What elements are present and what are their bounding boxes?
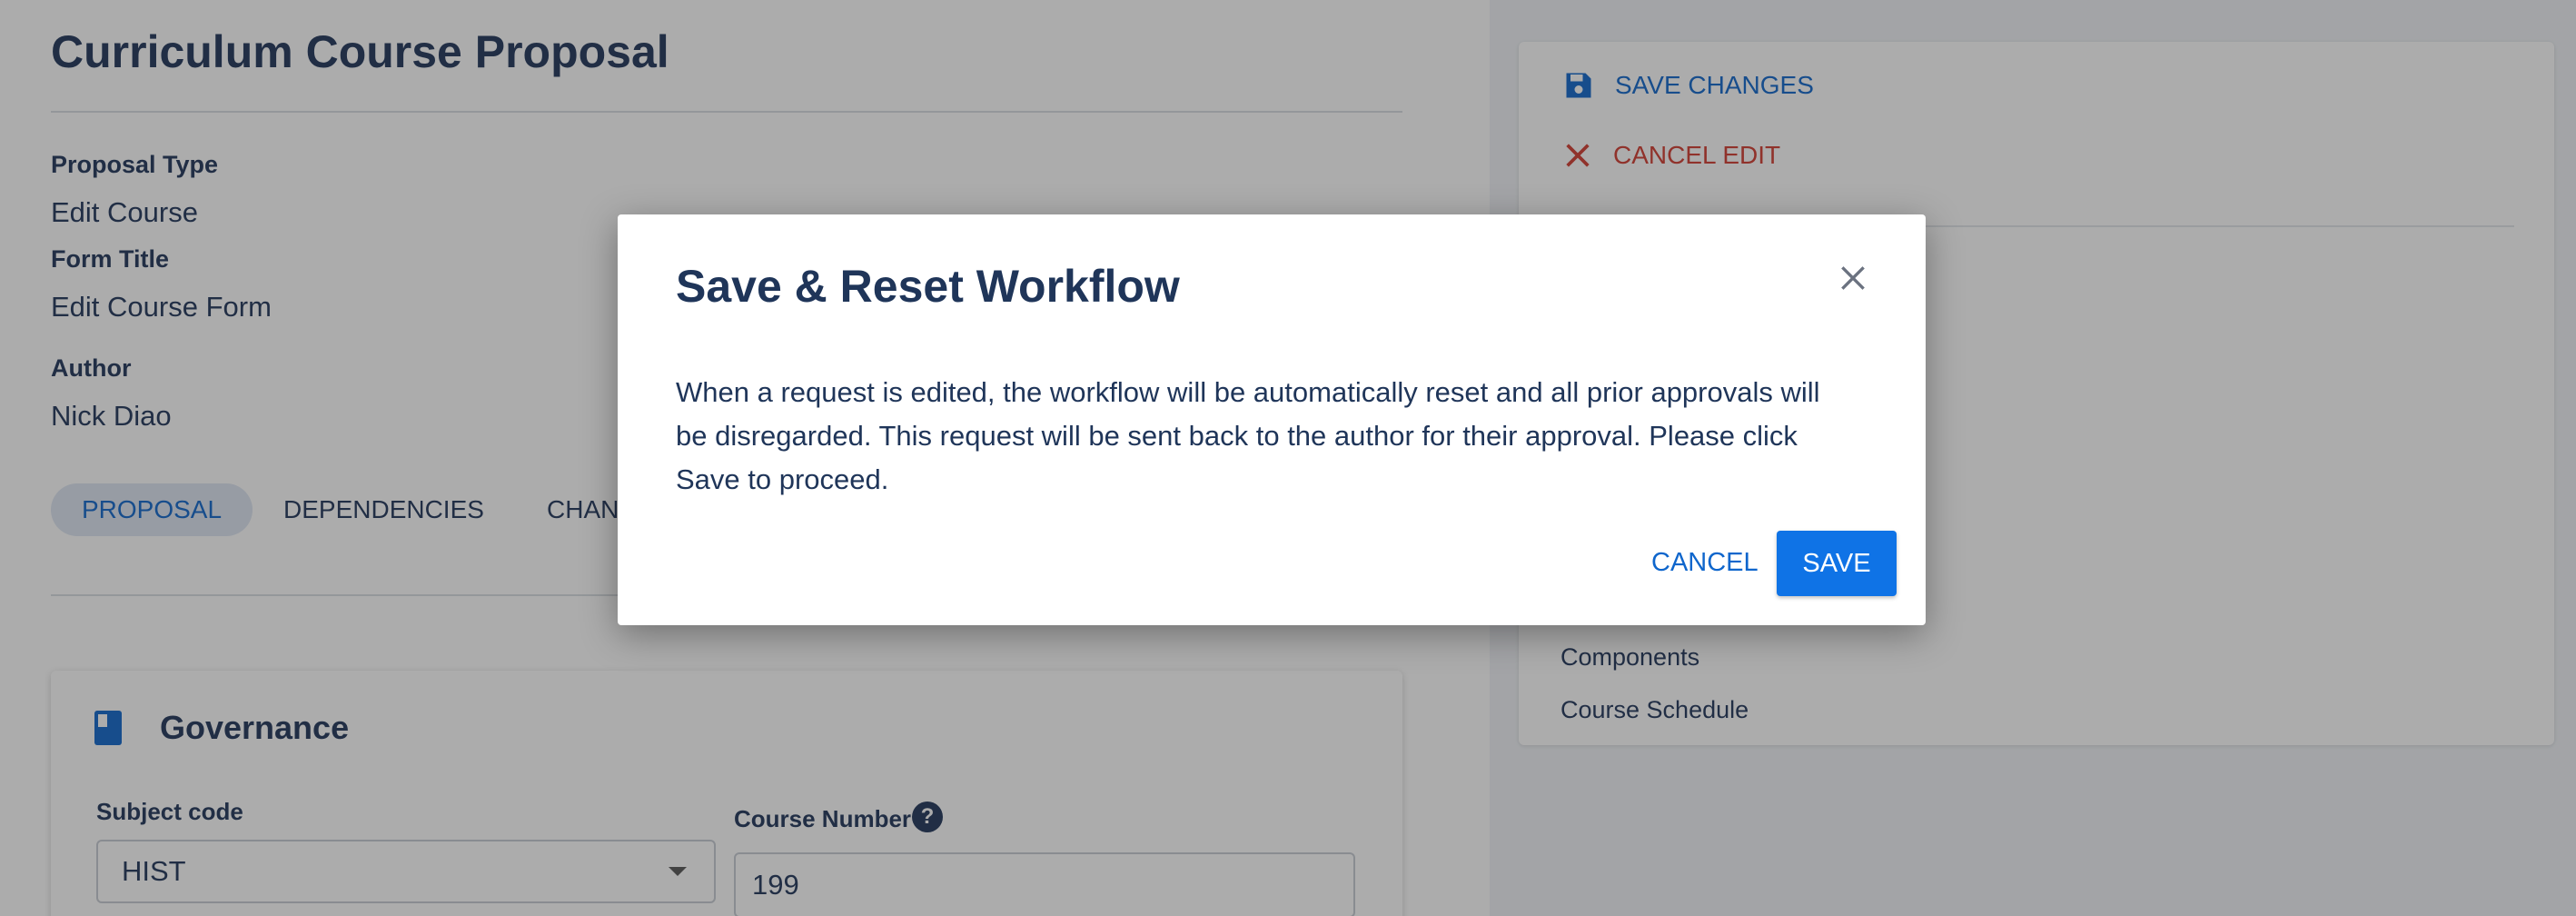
save-reset-dialog: Save & Reset Workflow When a request is … xyxy=(618,214,1926,625)
cancel-button[interactable]: CANCEL xyxy=(1637,531,1773,594)
dialog-message: When a request is edited, the workflow w… xyxy=(676,376,1820,495)
dialog-title: Save & Reset Workflow xyxy=(676,261,1180,312)
close-icon[interactable] xyxy=(1835,260,1871,296)
save-button[interactable]: SAVE xyxy=(1777,531,1897,596)
